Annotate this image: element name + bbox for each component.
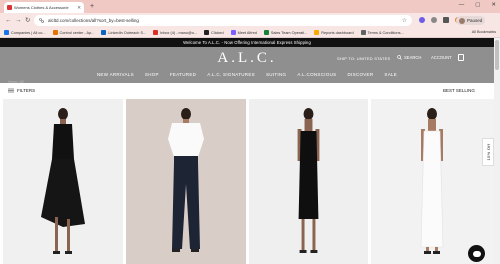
bookmark-item[interactable]: Reports dashboard [314,30,354,35]
bookmark-favicon-icon [153,30,159,35]
filters-label: FILTERS [17,88,36,93]
header-search[interactable]: SEARCH [397,55,421,60]
search-icon [397,55,402,60]
bookmark-label: Companies | All co... [11,30,46,35]
profile-button[interactable]: Paused [456,16,486,25]
nav-item-sale[interactable]: SALE [384,72,397,77]
site-info-icon[interactable] [39,18,44,23]
close-tab-icon[interactable]: ✕ [77,5,81,11]
side-panel-icon[interactable] [443,17,449,23]
nav-item-new-arrivals[interactable]: NEW ARRIVALS [97,72,134,77]
nav-item-a-l-c-signatures[interactable]: A.L.C. SIGNATURES [207,72,255,77]
product-image [297,108,320,253]
bookmark-label: Control center - Ap... [59,30,95,35]
favicon-icon [7,5,12,10]
bookmark-label: Inbox (4) - manu@o... [160,30,198,35]
chat-icon [472,250,481,257]
filter-icon [8,88,14,93]
bookmark-label: Terms & Conditions... [367,30,404,35]
address-bar[interactable]: alcltd.com/collections/all?sort_by=best-… [34,15,412,26]
bookmark-favicon-icon [263,30,269,35]
bookmark-label: Clicked [211,30,224,35]
profile-status: Paused [467,18,483,23]
forward-icon[interactable]: → [15,17,22,24]
shopping-bag-icon[interactable] [458,54,464,61]
extension-icon[interactable] [419,17,425,23]
extension-icons [419,17,461,23]
minimize-button[interactable]: — [459,2,465,8]
nav-item-shop[interactable]: SHOP [145,72,159,77]
window-controls: — ▢ ✕ [459,2,496,8]
discount-label: 15% Off [485,143,491,161]
scrollbar-thumb[interactable] [495,40,499,70]
bookmark-favicon-icon [360,30,366,35]
bookmark-favicon-icon [230,30,236,35]
nav-item-a-l-conscious[interactable]: A.L.CONSCIOUS [297,72,336,77]
bookmark-label: Sales Team Operati... [270,30,308,35]
tab-title: Womens Clothes & Accessorie [14,5,69,10]
ship-to-selector[interactable]: SHIP TO: UNITED STATES [337,56,390,61]
product-card[interactable] [126,99,246,264]
bookmark-item[interactable]: Companies | All co... [4,30,46,35]
browser-tab-bar: Womens Clothes & Accessorie ✕ + — ▢ ✕ [0,0,500,13]
site-header: A.L.C. SHIP TO: UNITED STATES SEARCH ACC… [0,47,494,83]
bookmark-item[interactable]: LinkedIn Outreach S... [101,30,146,35]
avatar [459,17,465,24]
nav-item-suiting[interactable]: SUITING [266,72,286,77]
reload-icon[interactable]: ↻ [25,17,30,24]
bookmark-label: Reports dashboard [321,30,354,35]
nav-item-discover[interactable]: DISCOVER [348,72,374,77]
promo-banner: Welcome To A.L.C. - Now Offering Interna… [0,38,494,47]
main-nav: NEW ARRIVALS SHOP FEATURED A.L.C. SIGNATURE… [0,72,494,77]
search-label: SEARCH [404,55,422,60]
bookmarks-bar: Companies | All co... Control center - Ap… [0,28,500,38]
product-grid [3,99,494,264]
nav-item-featured[interactable]: FEATURED [170,72,196,77]
browser-toolbar: ← → ↻ alcltd.com/collections/all?sort_by… [0,13,500,28]
bookmark-item[interactable]: Control center - Ap... [52,30,95,35]
product-image [168,108,204,252]
bookmark-item[interactable]: Meet Alfred [230,30,257,35]
filters-button[interactable]: FILTERS [8,88,35,93]
bookmark-item[interactable]: Clicked [204,30,224,35]
new-tab-button[interactable]: + [90,3,94,11]
back-icon[interactable]: ← [5,17,12,24]
sort-select[interactable]: BEST SELLING [443,88,475,93]
product-image [420,108,444,254]
breadcrumb: Home / All [8,80,24,84]
product-image [41,108,85,254]
product-card[interactable] [3,99,123,264]
scrollbar-track[interactable] [494,38,500,264]
all-bookmarks-button[interactable]: All Bookmarks [472,30,496,34]
bookmark-favicon-icon [52,30,58,35]
bookmark-favicon-icon [4,30,9,35]
bookmark-label: Meet Alfred [237,30,257,35]
browser-tab[interactable]: Womens Clothes & Accessorie ✕ [4,2,84,13]
product-card[interactable] [371,99,494,264]
discount-tab[interactable]: 15% Off [482,138,494,166]
bookmark-item[interactable]: Terms & Conditions... [360,30,404,35]
url-text: alcltd.com/collections/all?sort_by=best-… [48,18,139,23]
bookmark-favicon-icon [204,30,210,35]
bookmark-item[interactable]: Sales Team Operati... [263,30,308,35]
chat-button[interactable] [468,245,485,262]
bookmark-favicon-icon [101,30,107,35]
account-link[interactable]: ACCOUNT [431,55,452,60]
bookmark-item[interactable]: Inbox (4) - manu@o... [153,30,197,35]
maximize-button[interactable]: ▢ [475,2,480,8]
extensions-puzzle-icon[interactable] [431,17,437,23]
bookmark-favicon-icon [314,30,320,35]
bookmark-label: LinkedIn Outreach S... [108,30,147,35]
close-window-button[interactable]: ✕ [491,2,496,8]
bookmark-star-icon[interactable]: ☆ [402,17,407,24]
product-card[interactable] [249,99,368,264]
